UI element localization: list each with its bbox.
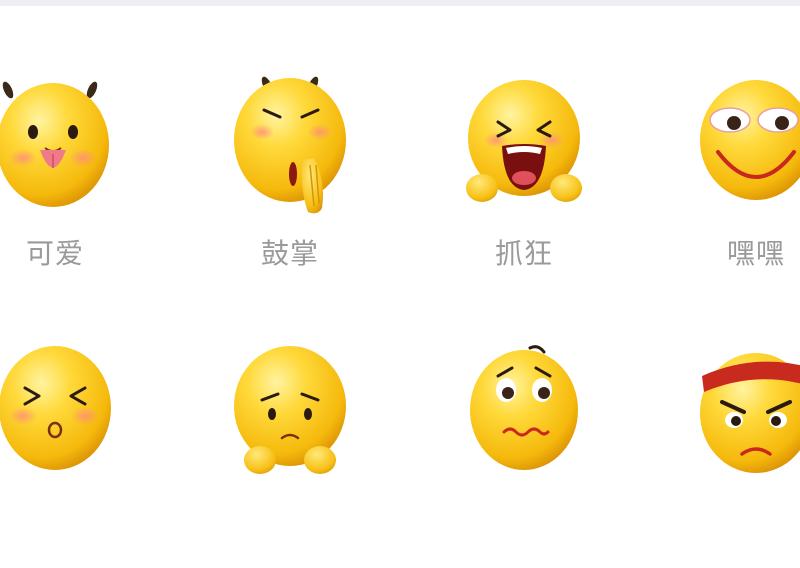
emoji-item-crazy[interactable]: 抓狂 (434, 70, 614, 300)
emoji-label-clap: 鼓掌 (260, 237, 319, 270)
emoji-label-hehe: 嘿嘿 (726, 237, 785, 270)
kissing-squint-face-icon (0, 338, 145, 488)
angry-headband-face-icon (666, 338, 800, 488)
hehe-grin-face-icon (666, 70, 800, 220)
emoji-grid: 可爱 鼓掌 抓狂 嘿嘿 (0, 0, 800, 499)
emoji-item-kiss[interactable] (0, 338, 145, 568)
emoji-item-cute[interactable]: 可爱 (0, 70, 145, 300)
emoji-item-sad[interactable] (200, 338, 380, 568)
clapping-face-icon (200, 70, 380, 220)
emoji-item-clap[interactable]: 鼓掌 (200, 70, 380, 300)
crazy-crying-face-icon (434, 70, 614, 220)
emoji-item-nervous[interactable] (434, 338, 614, 568)
emoji-label-cute: 可爱 (25, 237, 84, 270)
emoji-item-hehe[interactable]: 嘿嘿 (666, 70, 800, 300)
emoji-label-crazy: 抓狂 (494, 237, 553, 270)
cute-tongue-face-icon (0, 70, 145, 220)
emoji-item-angry[interactable] (666, 338, 800, 568)
sad-hands-face-icon (200, 338, 380, 488)
nervous-worried-face-icon (434, 338, 614, 488)
